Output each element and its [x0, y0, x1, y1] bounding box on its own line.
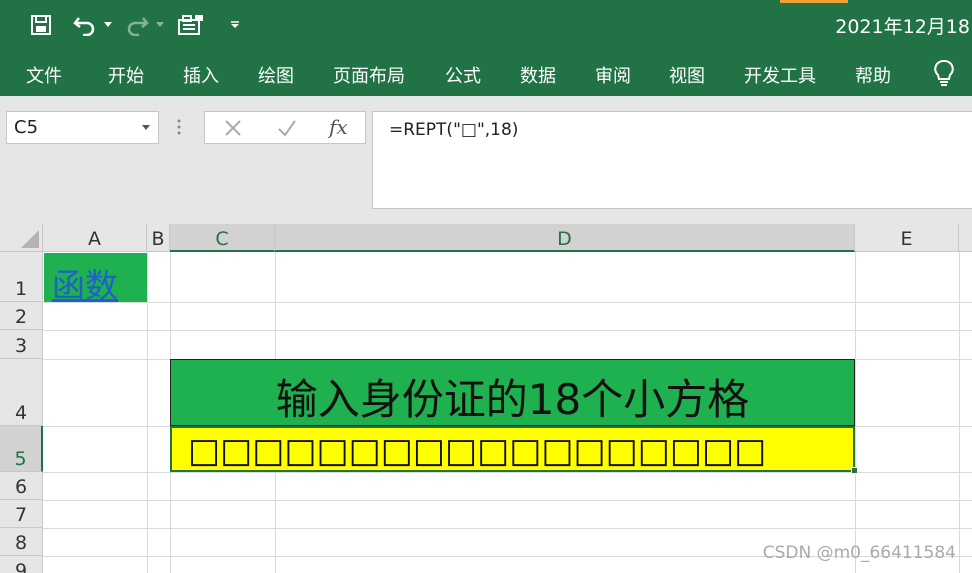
row-header-4[interactable]: 4 — [0, 359, 43, 426]
cancel-icon[interactable] — [219, 112, 247, 143]
column-header-e[interactable]: E — [855, 224, 959, 252]
worksheet-grid: A B C D E 1 2 3 4 5 6 7 8 9 函数 输入身份证的18个… — [0, 224, 972, 573]
gridline — [43, 528, 972, 529]
cell-c5-selected[interactable]: □□□□□□□□□□□□□□□□□□ — [170, 426, 855, 472]
gridline — [43, 330, 972, 331]
tab-draw[interactable]: 绘图 — [258, 62, 294, 88]
tab-data[interactable]: 数据 — [520, 62, 556, 88]
camera-icon[interactable] — [176, 12, 206, 38]
row-header-1[interactable]: 1 — [0, 252, 43, 302]
column-header-d[interactable]: D — [275, 224, 855, 252]
formula-input[interactable]: =REPT("□",18) — [372, 111, 972, 209]
customize-icon[interactable] — [228, 12, 242, 38]
gridline — [147, 252, 148, 573]
hyperlink-cell-a1[interactable]: 函数 — [52, 259, 118, 307]
column-header-a[interactable]: A — [43, 224, 147, 252]
window-title: 2021年12月18. — [835, 16, 972, 38]
tab-page-layout[interactable]: 页面布局 — [333, 62, 405, 88]
gridline — [43, 500, 972, 501]
column-header-b[interactable]: B — [147, 224, 170, 252]
gridline — [43, 302, 972, 303]
column-header-f[interactable] — [959, 224, 972, 252]
row-header-8[interactable]: 8 — [0, 528, 43, 556]
save-icon[interactable] — [28, 12, 54, 38]
title-bar: 2021年12月18. — [0, 0, 972, 50]
gridline — [43, 472, 972, 473]
select-all-button[interactable] — [0, 224, 43, 252]
formula-buttons: fx — [204, 111, 366, 144]
row-header-7[interactable]: 7 — [0, 500, 43, 528]
lightbulb-icon[interactable] — [930, 58, 958, 88]
redo-icon[interactable] — [124, 12, 150, 38]
cell-c5-text: □□□□□□□□□□□□□□□□□□ — [188, 431, 767, 471]
row-header-2[interactable]: 2 — [0, 302, 43, 330]
cell-c4-text: 输入身份证的18个小方格 — [275, 375, 750, 424]
cell-c4-merged[interactable]: 输入身份证的18个小方格 — [170, 359, 855, 426]
row-header-5[interactable]: 5 — [0, 426, 43, 472]
gridline — [959, 252, 960, 573]
name-box-value: C5 — [14, 117, 39, 138]
fill-handle[interactable] — [851, 467, 858, 474]
formula-bar-grip-icon[interactable] — [176, 118, 182, 136]
tab-view[interactable]: 视图 — [669, 62, 705, 88]
formula-bar-area: C5 fx =REPT("□",18) — [0, 96, 972, 224]
tab-home[interactable]: 开始 — [108, 62, 144, 88]
enter-icon[interactable] — [273, 112, 301, 143]
tab-file[interactable]: 文件 — [26, 62, 62, 88]
formula-text: =REPT("□",18) — [389, 120, 519, 140]
row-header-9[interactable]: 9 — [0, 556, 43, 573]
tab-review[interactable]: 审阅 — [595, 62, 631, 88]
undo-dropdown-icon[interactable] — [102, 12, 114, 38]
title-accent-bar — [780, 0, 848, 3]
undo-icon[interactable] — [72, 12, 98, 38]
watermark: CSDN @m0_66411584 — [762, 543, 956, 563]
name-box[interactable]: C5 — [6, 111, 159, 144]
row-header-6[interactable]: 6 — [0, 472, 43, 500]
column-header-c[interactable]: C — [170, 224, 275, 252]
name-box-dropdown-icon[interactable] — [142, 125, 150, 130]
tab-developer[interactable]: 开发工具 — [744, 62, 816, 88]
tab-help[interactable]: 帮助 — [855, 62, 891, 88]
ribbon-tabs: 文件 开始 插入 绘图 页面布局 公式 数据 审阅 视图 开发工具 帮助 — [0, 50, 972, 96]
cell-a1[interactable]: 函数 — [44, 253, 147, 305]
redo-dropdown-icon[interactable] — [154, 12, 166, 38]
tab-insert[interactable]: 插入 — [183, 62, 219, 88]
tab-formulas[interactable]: 公式 — [445, 62, 481, 88]
gridline — [855, 252, 856, 573]
excel-window: 2021年12月18. 文件 开始 插入 绘图 页面布局 公式 数据 审阅 视图… — [0, 0, 972, 573]
row-header-3[interactable]: 3 — [0, 330, 43, 359]
insert-function-button[interactable]: fx — [329, 115, 348, 139]
